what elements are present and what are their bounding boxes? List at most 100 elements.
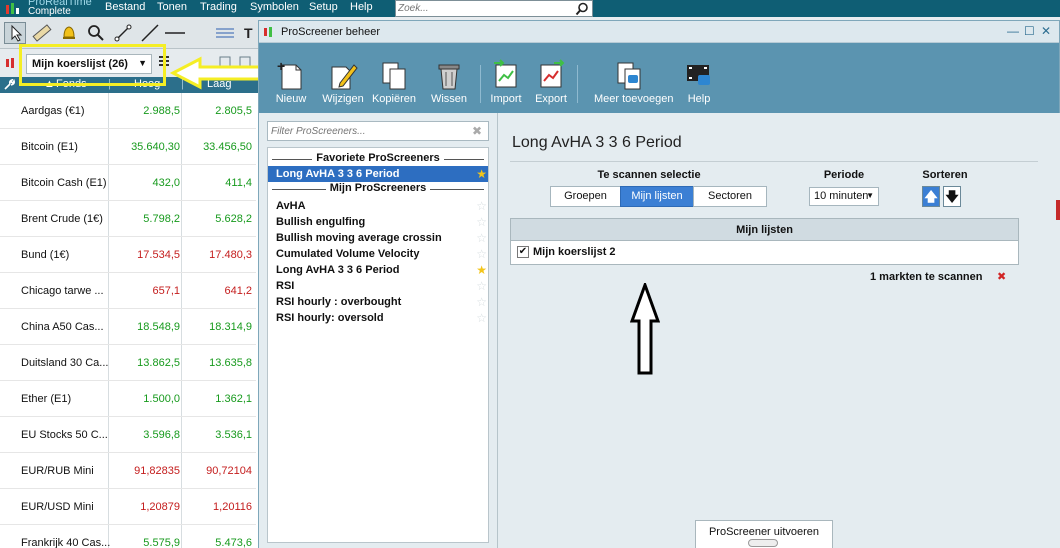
- star-icon[interactable]: ☆: [476, 231, 487, 245]
- star-icon[interactable]: ☆: [476, 311, 487, 325]
- import-button[interactable]: Import: [481, 59, 531, 105]
- filter-box[interactable]: ✖: [267, 121, 489, 141]
- zoom-icon[interactable]: [85, 22, 107, 44]
- run-preview-icon: [714, 539, 814, 547]
- filter-input[interactable]: [271, 124, 461, 138]
- help-button[interactable]: Help: [674, 59, 724, 105]
- new-button[interactable]: + Nieuw: [266, 58, 316, 105]
- high-value: 1,20879: [140, 501, 180, 513]
- screener-list: Favoriete ProScreeners Long AvHA 3 3 6 P…: [267, 147, 489, 543]
- export-button[interactable]: Export: [526, 59, 576, 105]
- menu-trading[interactable]: Trading: [200, 1, 237, 13]
- tab-sectoren[interactable]: Sectoren: [693, 186, 767, 207]
- tab-groepen[interactable]: Groepen: [550, 186, 621, 207]
- table-row[interactable]: Duitsland 30 Ca... 13.862,5 13.635,8: [0, 345, 256, 381]
- high-value: 5.798,2: [143, 213, 180, 225]
- menu-symbolen[interactable]: Symbolen: [250, 1, 299, 13]
- table-row[interactable]: Frankrijk 40 Cas... 5.575,9 5.473,6: [0, 525, 256, 548]
- list-item[interactable]: Long AvHA 3 3 6 Period ★: [268, 166, 488, 182]
- table-row[interactable]: Bitcoin (E1) 35.640,30 33.456,50: [0, 129, 256, 165]
- list-row[interactable]: ✔ Mijn koerslijst 2: [510, 241, 1019, 265]
- run-screener-button[interactable]: ProScreener uitvoeren: [695, 520, 833, 548]
- table-row[interactable]: Aardgas (€1) 2.988,5 2.805,5: [0, 93, 256, 129]
- table-row[interactable]: China A50 Cas... 18.548,9 18.314,9: [0, 309, 256, 345]
- menu-help[interactable]: Help: [350, 1, 373, 13]
- instrument-name: Brent Crude (1€): [21, 213, 103, 225]
- low-value: 33.456,50: [203, 141, 252, 153]
- list-item-label: Mijn koerslijst 2: [533, 246, 616, 258]
- table-row[interactable]: EUR/USD Mini 1,20879 1,20116: [0, 489, 256, 525]
- fibonacci-icon[interactable]: [214, 22, 236, 44]
- search-box[interactable]: [395, 0, 593, 17]
- star-icon[interactable]: ☆: [476, 199, 487, 213]
- checkbox[interactable]: ✔: [517, 246, 529, 258]
- star-icon[interactable]: ★: [476, 263, 487, 277]
- star-icon[interactable]: ☆: [476, 279, 487, 293]
- highlight-box: [19, 44, 166, 86]
- list-item[interactable]: RSI hourly : overbought ☆: [268, 294, 488, 310]
- list-item[interactable]: Bullish engulfing ☆: [268, 214, 488, 230]
- markets-count: 1 markten te scannen: [870, 271, 983, 283]
- clear-markets-icon[interactable]: ✖: [997, 270, 1009, 283]
- list-item[interactable]: Cumulated Volume Velocity ☆: [268, 246, 488, 262]
- minimize-icon[interactable]: —: [1007, 24, 1019, 38]
- add-more-button[interactable]: Meer toevoegen: [594, 59, 674, 105]
- list-item[interactable]: RSI ☆: [268, 278, 488, 294]
- table-row[interactable]: Brent Crude (1€) 5.798,2 5.628,2: [0, 201, 256, 237]
- horizontal-line-icon[interactable]: [164, 22, 186, 44]
- instrument-name: Bund (1€): [21, 249, 70, 261]
- star-icon[interactable]: ☆: [476, 247, 487, 261]
- period-label: Periode: [823, 169, 865, 181]
- star-icon[interactable]: ☆: [476, 295, 487, 309]
- maximize-icon[interactable]: ☐: [1024, 24, 1035, 38]
- menu-setup[interactable]: Setup: [309, 1, 338, 13]
- table-row[interactable]: Chicago tarwe ... 657,1 641,2: [0, 273, 256, 309]
- low-value: 5.628,2: [215, 213, 252, 225]
- logo-edition: Complete: [28, 6, 71, 17]
- clear-filter-icon[interactable]: ✖: [472, 124, 482, 138]
- star-icon[interactable]: ☆: [476, 215, 487, 229]
- edit-pencil-icon: [331, 64, 358, 90]
- wrench-icon[interactable]: [3, 79, 15, 91]
- search-input[interactable]: [398, 1, 568, 16]
- table-row[interactable]: Bund (1€) 17.534,5 17.480,3: [0, 237, 256, 273]
- list-item[interactable]: RSI hourly: oversold ☆: [268, 310, 488, 326]
- logo-icon: [6, 3, 20, 14]
- high-value: 18.548,9: [137, 321, 180, 333]
- pointer-tool-icon[interactable]: [4, 22, 26, 44]
- instrument-name: Frankrijk 40 Cas...: [21, 537, 111, 548]
- menu-bestand[interactable]: Bestand: [105, 1, 145, 13]
- sort-label: Sorteren: [922, 169, 968, 181]
- high-value: 13.862,5: [137, 357, 180, 369]
- close-icon[interactable]: ✕: [1041, 24, 1051, 38]
- menu-tonen[interactable]: Tonen: [157, 1, 187, 13]
- low-value: 411,4: [225, 177, 252, 189]
- edit-button[interactable]: Wijzigen: [318, 59, 368, 105]
- alert-bell-icon[interactable]: [58, 22, 80, 44]
- table-row[interactable]: EUR/RUB Mini 91,82835 90,72104: [0, 453, 256, 489]
- low-value: 1,20116: [213, 501, 252, 513]
- star-icon[interactable]: ★: [476, 167, 487, 181]
- table-row[interactable]: Bitcoin Cash (E1) 432,0 411,4: [0, 165, 256, 201]
- high-value: 17.534,5: [137, 249, 180, 261]
- instrument-name: EUR/USD Mini: [21, 501, 94, 513]
- trendline-points-icon[interactable]: [112, 22, 134, 44]
- sort-ascending-button[interactable]: 🡅: [922, 186, 940, 207]
- tab-mijn-lijsten[interactable]: Mijn lijsten: [620, 186, 694, 207]
- list-item[interactable]: Bullish moving average crossin ☆: [268, 230, 488, 246]
- arrow-down-icon: 🡇: [945, 189, 959, 204]
- list-item[interactable]: AvHA ☆: [268, 198, 488, 214]
- line-tool-icon[interactable]: [139, 22, 161, 44]
- table-row[interactable]: EU Stocks 50 C... 3.596,8 3.536,1: [0, 417, 256, 453]
- list-item[interactable]: Long AvHA 3 3 6 Period ★: [268, 262, 488, 278]
- sort-descending-button[interactable]: 🡇: [943, 186, 961, 207]
- table-row[interactable]: Ether (E1) 1.500,0 1.362,1: [0, 381, 256, 417]
- ruler-icon[interactable]: [31, 22, 53, 44]
- dialog-toolbar: + Nieuw Wijzigen Kopiëren Wissen Import …: [259, 43, 1059, 113]
- import-icon: [494, 59, 517, 88]
- search-icon[interactable]: [575, 2, 589, 16]
- copy-button[interactable]: Kopiëren: [369, 59, 419, 105]
- period-select[interactable]: 10 minuten ▼: [809, 187, 879, 206]
- delete-button[interactable]: Wissen: [424, 59, 474, 105]
- high-value: 1.500,0: [143, 393, 180, 405]
